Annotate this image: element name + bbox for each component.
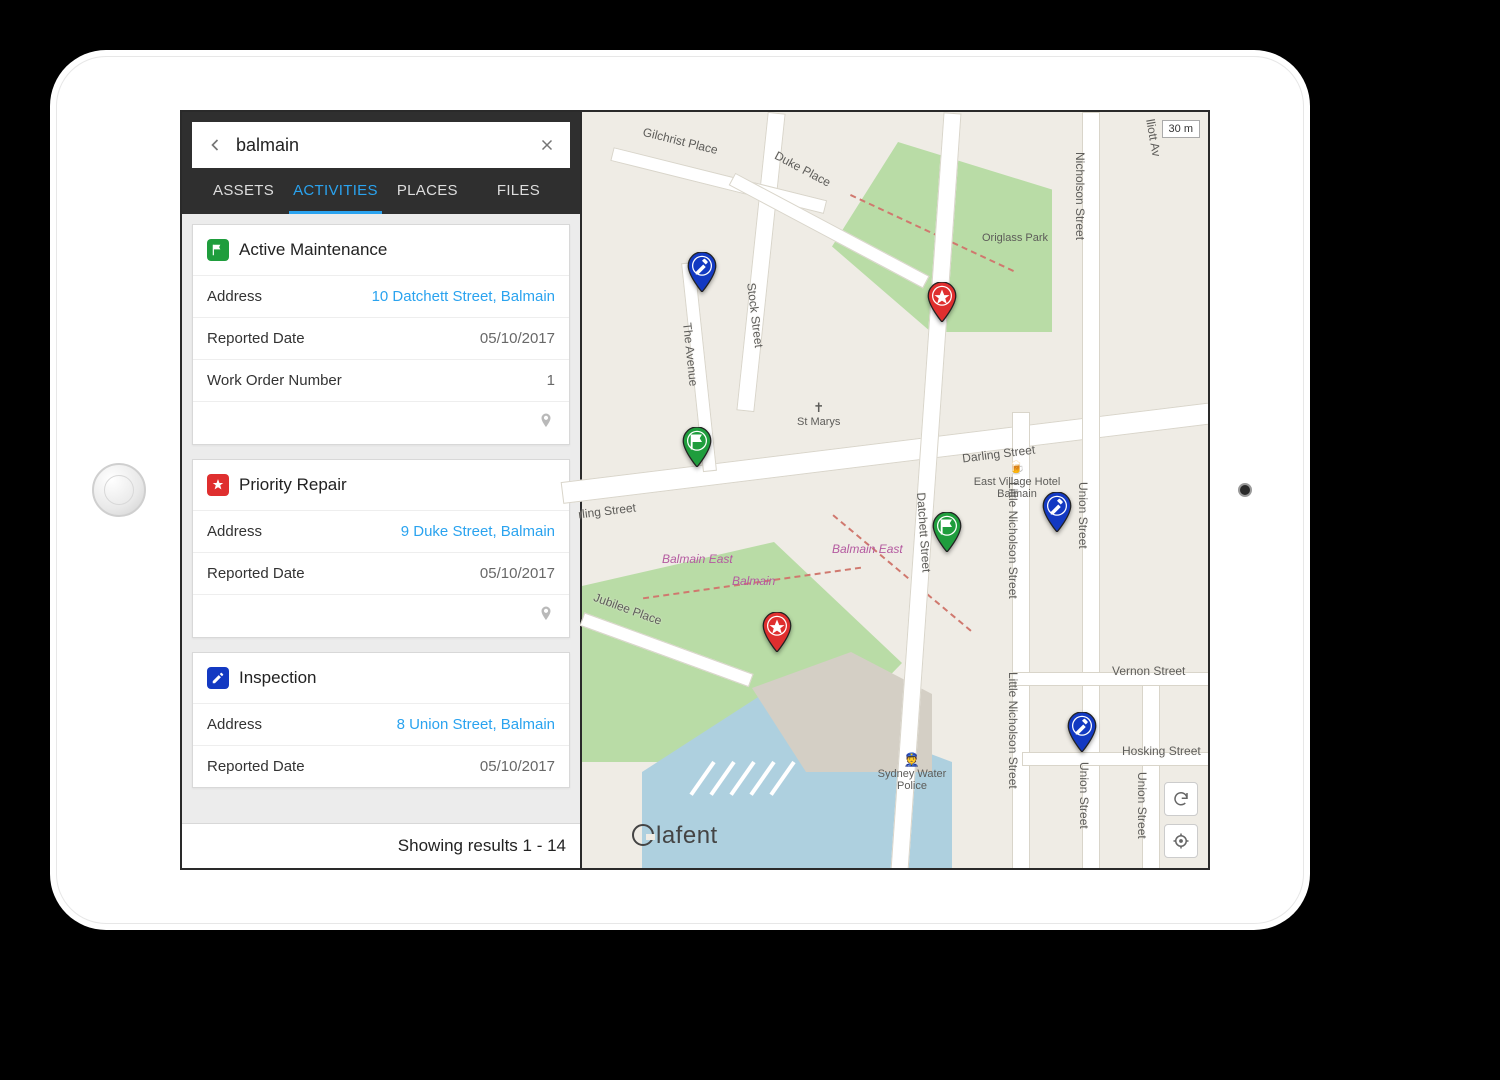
star-icon <box>207 474 229 496</box>
road-gilchrist <box>610 147 827 214</box>
road-label: Hosking Street <box>1122 744 1201 758</box>
value-address[interactable]: 8 Union Street, Balmain <box>397 716 555 733</box>
tab-places[interactable]: PLACES <box>382 168 473 214</box>
poi-hotel: 🍺East Village Hotel Balmain <box>972 460 1062 500</box>
road-hosking <box>1022 752 1210 766</box>
result-card[interactable]: Priority Repair Address 9 Duke Street, Ba… <box>192 459 570 638</box>
poi-church: ✝St Marys <box>797 400 840 428</box>
tab-assets[interactable]: ASSETS <box>198 168 289 214</box>
park-origlass <box>832 142 1052 332</box>
road-datchett <box>891 112 962 870</box>
tablet-frame: ASSETS ACTIVITIES PLACES FILES Active <box>50 50 1310 930</box>
value-address[interactable]: 10 Datchett Street, Balmain <box>372 288 555 305</box>
map-pin-star[interactable] <box>927 282 957 322</box>
map-pin-flag[interactable] <box>932 512 962 552</box>
road-stock <box>736 112 785 412</box>
road-union2 <box>1142 672 1160 870</box>
suburb-label: Balmain East <box>662 552 733 566</box>
locate-icon[interactable] <box>537 605 555 627</box>
road-label: Jubilee Place <box>592 590 664 628</box>
label-reported: Reported Date <box>207 565 305 582</box>
locate-icon[interactable] <box>537 412 555 434</box>
road-label: Little Nicholson Street <box>1006 672 1020 789</box>
road-label: Union Street <box>1135 772 1149 839</box>
trail <box>850 194 1014 272</box>
value-reported: 05/10/2017 <box>480 330 555 347</box>
suburb-label: Balmain East <box>832 542 903 556</box>
label-address: Address <box>207 288 262 305</box>
road-label: Little Nicholson Street <box>1006 482 1020 599</box>
screen: ASSETS ACTIVITIES PLACES FILES Active <box>180 110 1210 870</box>
map-pin-edit[interactable] <box>1067 712 1097 752</box>
search-panel: ASSETS ACTIVITIES PLACES FILES Active <box>182 112 582 868</box>
map[interactable]: Gilchrist Place Duke Place Nicholson Str… <box>582 112 1208 868</box>
road-duke <box>729 173 930 289</box>
map-pin-edit[interactable] <box>1042 492 1072 532</box>
back-icon[interactable] <box>204 134 226 156</box>
results-summary: Showing results 1 - 14 <box>182 823 580 868</box>
road-label: The Avenue <box>680 322 701 387</box>
map-pin-edit[interactable] <box>687 252 717 292</box>
results-list[interactable]: Active Maintenance Address 10 Datchett St… <box>182 214 580 823</box>
park-area <box>582 542 902 762</box>
edit-icon <box>207 667 229 689</box>
label-reported: Reported Date <box>207 758 305 775</box>
value-reported: 05/10/2017 <box>480 565 555 582</box>
card-title: Priority Repair <box>239 475 347 495</box>
road-nicholson-union <box>1082 112 1100 870</box>
road-label: Duke Place <box>772 148 833 189</box>
road-label: Stock Street <box>744 282 766 349</box>
label-address: Address <box>207 716 262 733</box>
tab-bar: ASSETS ACTIVITIES PLACES FILES <box>192 168 570 214</box>
map-pin-star[interactable] <box>762 612 792 652</box>
map-scale: 30 m <box>1162 120 1200 138</box>
poi-police: 👮Sydney Water Police <box>872 752 952 792</box>
road-label: Gilchrist Place <box>641 125 719 157</box>
road-label: Darling Street <box>961 443 1036 466</box>
road-label: Vernon Street <box>1112 664 1185 678</box>
tab-activities[interactable]: ACTIVITIES <box>289 168 382 214</box>
road-label: Union Street <box>1077 762 1091 829</box>
flag-icon <box>207 239 229 261</box>
road-darling <box>561 399 1210 504</box>
locate-button[interactable] <box>1164 824 1198 858</box>
card-title: Active Maintenance <box>239 240 387 260</box>
map-pin-flag[interactable] <box>682 427 712 467</box>
road-label: rling Street <box>577 501 636 522</box>
road-label: lliott Av <box>1143 118 1163 158</box>
building-block <box>752 652 932 772</box>
road-little-nicholson <box>1012 412 1030 870</box>
label-reported: Reported Date <box>207 330 305 347</box>
water-area <box>642 692 952 870</box>
label-wo: Work Order Number <box>207 372 342 389</box>
road-avenue <box>681 262 717 472</box>
refresh-button[interactable] <box>1164 782 1198 816</box>
label-address: Address <box>207 523 262 540</box>
card-title: Inspection <box>239 668 317 688</box>
value-wo: 1 <box>547 372 555 389</box>
trail <box>832 514 971 631</box>
poi-park: Origlass Park <box>982 232 1048 244</box>
road-jubilee <box>580 612 754 687</box>
result-card[interactable]: Inspection Address 8 Union Street, Balmai… <box>192 652 570 788</box>
front-camera <box>1238 483 1252 497</box>
road-label: Nicholson Street <box>1073 152 1087 240</box>
tab-files[interactable]: FILES <box>473 168 564 214</box>
road-label: Union Street <box>1076 482 1090 549</box>
result-card[interactable]: Active Maintenance Address 10 Datchett St… <box>192 224 570 445</box>
brand-logo: lafent <box>632 821 718 850</box>
value-address[interactable]: 9 Duke Street, Balmain <box>401 523 555 540</box>
road-label: Datchett Street <box>914 492 934 573</box>
trail <box>643 567 861 600</box>
value-reported: 05/10/2017 <box>480 758 555 775</box>
suburb-label: Balmain <box>732 574 775 588</box>
road-vernon <box>1012 672 1210 686</box>
search-bar <box>192 122 570 168</box>
search-input[interactable] <box>236 135 526 156</box>
map-controls <box>1164 782 1198 858</box>
clear-icon[interactable] <box>536 134 558 156</box>
home-button[interactable] <box>92 463 146 517</box>
